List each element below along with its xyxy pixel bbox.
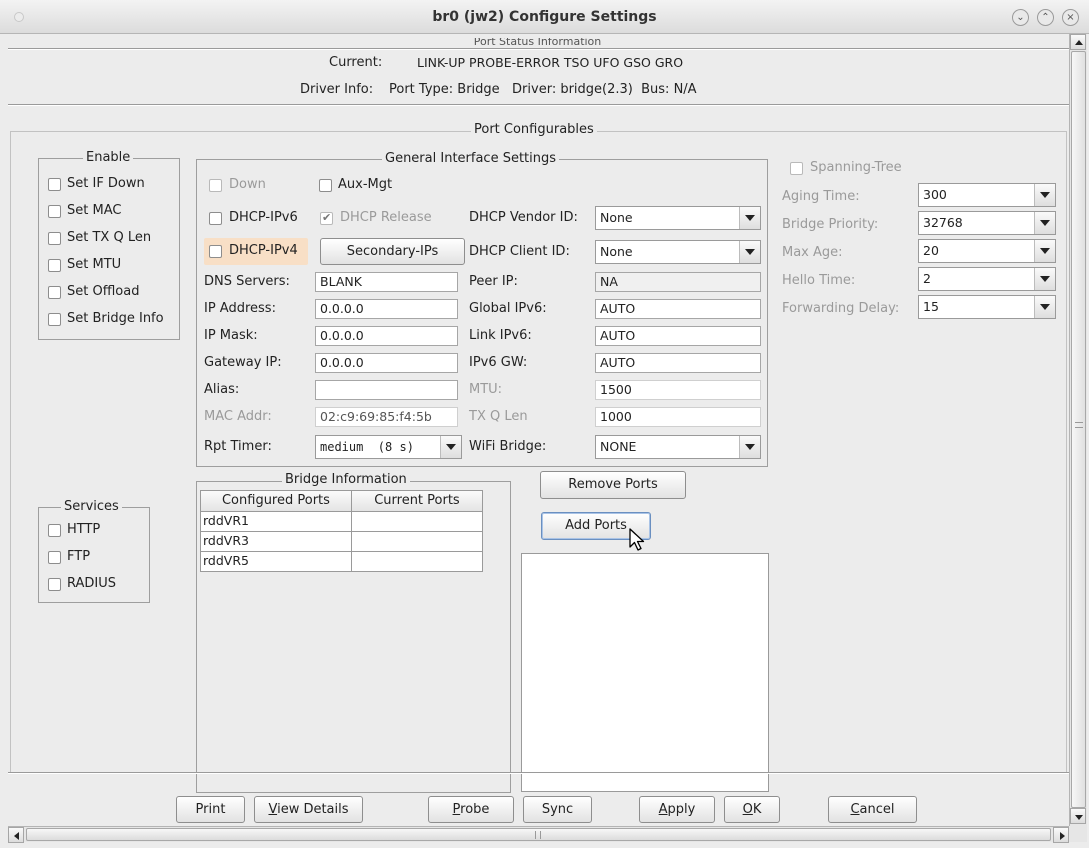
bridge-info-title: Bridge Information <box>282 472 410 488</box>
scroll-right-icon[interactable] <box>1053 827 1069 843</box>
tx-q-len-input[interactable]: 1000 <box>595 407 761 427</box>
forwarding-delay-select[interactable]: 15 <box>918 295 1056 319</box>
divider <box>8 772 1069 774</box>
dropdown-arrow-icon <box>1034 296 1055 318</box>
general-settings-title: General Interface Settings <box>382 151 560 167</box>
dropdown-arrow-icon <box>1034 268 1055 290</box>
global-ipv6-input[interactable]: AUTO <box>595 299 761 319</box>
mtu-label: MTU: <box>469 382 503 397</box>
bridge-ports-table[interactable]: Configured Ports Current Ports rddVR1 rd… <box>200 490 483 572</box>
global-ipv6-label: Global IPv6: <box>469 301 547 316</box>
horizontal-scrollbar[interactable] <box>8 826 1069 843</box>
gateway-ip-input[interactable]: 0.0.0.0 <box>315 353 458 373</box>
dhcp-vendor-id-label: DHCP Vendor ID: <box>469 210 578 225</box>
mac-addr-input[interactable]: 02:c9:69:85:f4:5b <box>315 407 458 427</box>
max-age-select[interactable]: 20 <box>918 239 1056 263</box>
ip-address-input[interactable]: 0.0.0.0 <box>315 299 458 319</box>
dhcp-client-id-select[interactable]: None <box>595 240 761 264</box>
enable-title: Enable <box>83 150 134 166</box>
minimize-icon[interactable]: ⌄ <box>1012 9 1029 26</box>
horizontal-scroll-thumb[interactable] <box>26 828 1051 841</box>
aging-time-select[interactable]: 300 <box>918 183 1056 207</box>
alias-label: Alias: <box>204 382 240 397</box>
window-title: br0 (jw2) Configure Settings <box>432 9 657 25</box>
wifi-bridge-label: WiFi Bridge: <box>469 439 547 454</box>
remove-ports-button[interactable]: Remove Ports <box>540 471 686 499</box>
dropdown-arrow-icon <box>440 436 461 458</box>
mtu-input[interactable]: 1500 <box>595 380 761 400</box>
driver-info-label: Driver Info: <box>300 82 374 97</box>
hello-time-select[interactable]: 2 <box>918 267 1056 291</box>
vertical-scroll-thumb[interactable] <box>1071 51 1086 808</box>
probe-button[interactable]: Probe <box>428 796 514 823</box>
dhcp-client-id-label: DHCP Client ID: <box>469 244 570 259</box>
close-icon[interactable]: × <box>1062 9 1079 26</box>
wifi-bridge-select[interactable]: NONE <box>595 435 761 459</box>
maximize-icon[interactable]: ⌃ <box>1037 9 1054 26</box>
ip-address-label: IP Address: <box>204 301 276 316</box>
port-status-title: Port Status Information <box>473 38 602 46</box>
forwarding-delay-label: Forwarding Delay: <box>782 301 900 316</box>
alias-input[interactable] <box>315 380 458 400</box>
dhcp-vendor-id-select[interactable]: None <box>595 206 761 230</box>
ok-button[interactable]: OK <box>724 796 780 823</box>
rpt-timer-select[interactable]: medium (8 s) <box>315 435 462 459</box>
link-ipv6-input[interactable]: AUTO <box>595 326 761 346</box>
column-header[interactable]: Current Ports <box>351 491 483 512</box>
table-row[interactable]: rddVR5 <box>201 552 483 572</box>
apply-button[interactable]: Apply <box>639 796 715 823</box>
column-header[interactable]: Configured Ports <box>201 491 352 512</box>
dropdown-arrow-icon <box>1034 184 1055 206</box>
aging-time-label: Aging Time: <box>782 189 860 204</box>
mouse-cursor-icon <box>629 528 645 551</box>
current-status-value: LINK-UP PROBE-ERROR TSO UFO GSO GRO <box>417 55 684 70</box>
tx-q-len-label: TX Q Len <box>469 409 528 424</box>
scroll-up-icon[interactable] <box>1070 34 1086 50</box>
hello-time-label: Hello Time: <box>782 273 856 288</box>
rpt-timer-label: Rpt Timer: <box>204 439 272 454</box>
max-age-label: Max Age: <box>782 245 843 260</box>
dropdown-arrow-icon <box>739 207 760 229</box>
ipv6-gw-label: IPv6 GW: <box>469 355 528 370</box>
driver-info-value: Port Type: Bridge Driver: bridge(2.3) Bu… <box>389 82 697 97</box>
dialog-content: Port Status Information Current: LINK-UP… <box>8 34 1069 826</box>
services-title: Services <box>61 499 122 515</box>
view-details-button[interactable]: View Details <box>254 796 363 823</box>
divider <box>8 104 1069 106</box>
secondary-ips-button[interactable]: Secondary-IPs <box>320 238 465 265</box>
scroll-left-icon[interactable] <box>8 827 24 843</box>
ip-mask-label: IP Mask: <box>204 328 258 343</box>
sync-button[interactable]: Sync <box>523 796 592 823</box>
ip-mask-input[interactable]: 0.0.0.0 <box>315 326 458 346</box>
dns-servers-label: DNS Servers: <box>204 274 290 289</box>
ipv6-gw-input[interactable]: AUTO <box>595 353 761 373</box>
scroll-down-icon[interactable] <box>1070 808 1086 824</box>
available-ports-list[interactable] <box>521 553 769 792</box>
peer-ip-label: Peer IP: <box>469 274 518 289</box>
peer-ip-input[interactable]: NA <box>595 272 761 292</box>
divider <box>8 48 1069 50</box>
mac-addr-label: MAC Addr: <box>204 409 272 424</box>
dropdown-arrow-icon <box>1034 212 1055 234</box>
dhcp-ipv4-checkbox[interactable]: DHCP-IPv4 <box>204 238 308 265</box>
dropdown-arrow-icon <box>739 436 760 458</box>
dns-servers-input[interactable]: BLANK <box>315 272 458 292</box>
link-ipv6-label: Link IPv6: <box>469 328 532 343</box>
table-row[interactable]: rddVR3 <box>201 532 483 552</box>
dropdown-arrow-icon <box>739 241 760 263</box>
vertical-scrollbar[interactable] <box>1069 34 1087 826</box>
bridge-priority-select[interactable]: 32768 <box>918 211 1056 235</box>
print-button[interactable]: Print <box>176 796 245 823</box>
dropdown-arrow-icon <box>1034 240 1055 262</box>
gateway-ip-label: Gateway IP: <box>204 355 282 370</box>
port-configurables-title: Port Configurables <box>471 122 597 138</box>
current-label: Current: <box>329 55 383 70</box>
cancel-button[interactable]: Cancel <box>828 796 917 823</box>
table-row[interactable]: rddVR1 <box>201 512 483 532</box>
scroll-corner <box>1069 826 1087 842</box>
bridge-priority-label: Bridge Priority: <box>782 217 879 232</box>
